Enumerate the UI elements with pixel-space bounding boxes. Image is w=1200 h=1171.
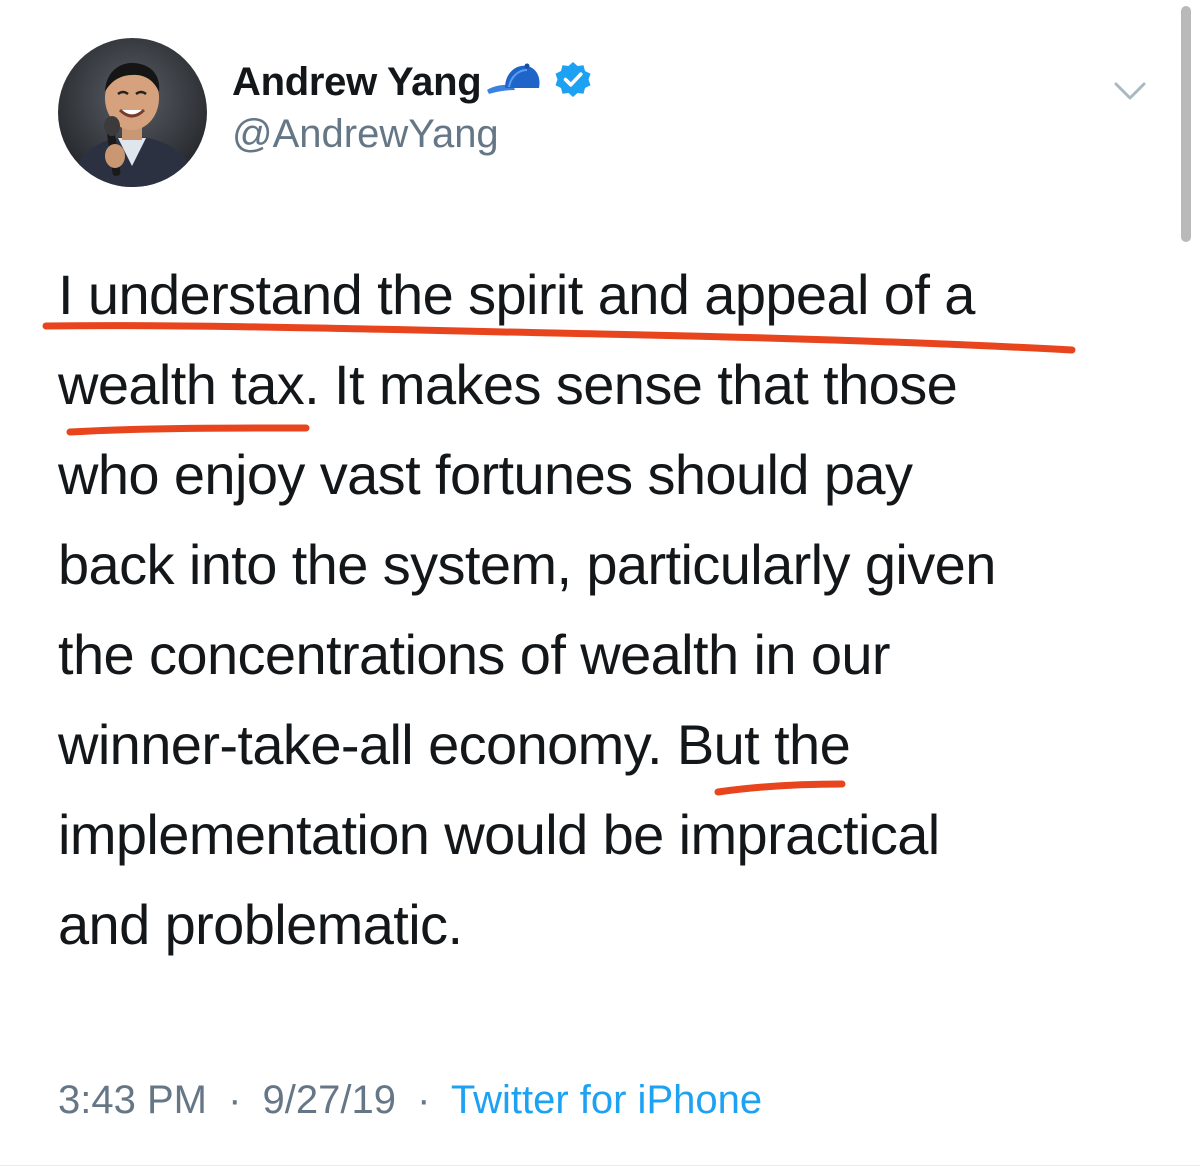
tweet-time[interactable]: 3:43 PM — [58, 1078, 207, 1122]
chevron-down-icon[interactable] — [1110, 74, 1150, 108]
avatar-photo — [58, 38, 207, 187]
tweet-text-line: who enjoy vast fortunes should pay — [58, 443, 913, 506]
tweet-date[interactable]: 9/27/19 — [263, 1078, 396, 1122]
cap-icon — [485, 60, 543, 105]
tweet-text-line: the concentrations of wealth in our — [58, 623, 891, 686]
tweet-text-line: implementation would be impractical — [58, 803, 940, 866]
tweet-text-line: and problematic. — [58, 893, 463, 956]
tweet-text: I understand the spirit and appeal of a … — [58, 250, 1158, 970]
tweet-source-link[interactable]: Twitter for iPhone — [451, 1078, 762, 1122]
author-handle[interactable]: @AndrewYang — [232, 112, 499, 157]
meta-separator: · — [228, 1078, 242, 1122]
tweet-text-line: I understand the spirit and appeal of a — [58, 263, 975, 326]
scrollbar[interactable] — [1181, 6, 1191, 242]
tweet-meta: 3:43 PM · 9/27/19 · Twitter for iPhone — [58, 1078, 762, 1123]
meta-separator: · — [417, 1078, 431, 1122]
author-name-row[interactable]: Andrew Yang — [232, 52, 593, 112]
tweet-card: Andrew Yang @AndrewYang I understand the… — [0, 0, 1200, 1171]
display-name[interactable]: Andrew Yang — [232, 60, 482, 105]
verified-badge-icon — [553, 60, 593, 105]
divider — [0, 1165, 1200, 1166]
tweet-text-line: back into the system, particularly given — [58, 533, 996, 596]
avatar[interactable] — [58, 38, 207, 187]
tweet-text-line: winner-take-all economy. But the — [58, 713, 851, 776]
tweet-text-line: wealth tax. It makes sense that those — [58, 353, 958, 416]
